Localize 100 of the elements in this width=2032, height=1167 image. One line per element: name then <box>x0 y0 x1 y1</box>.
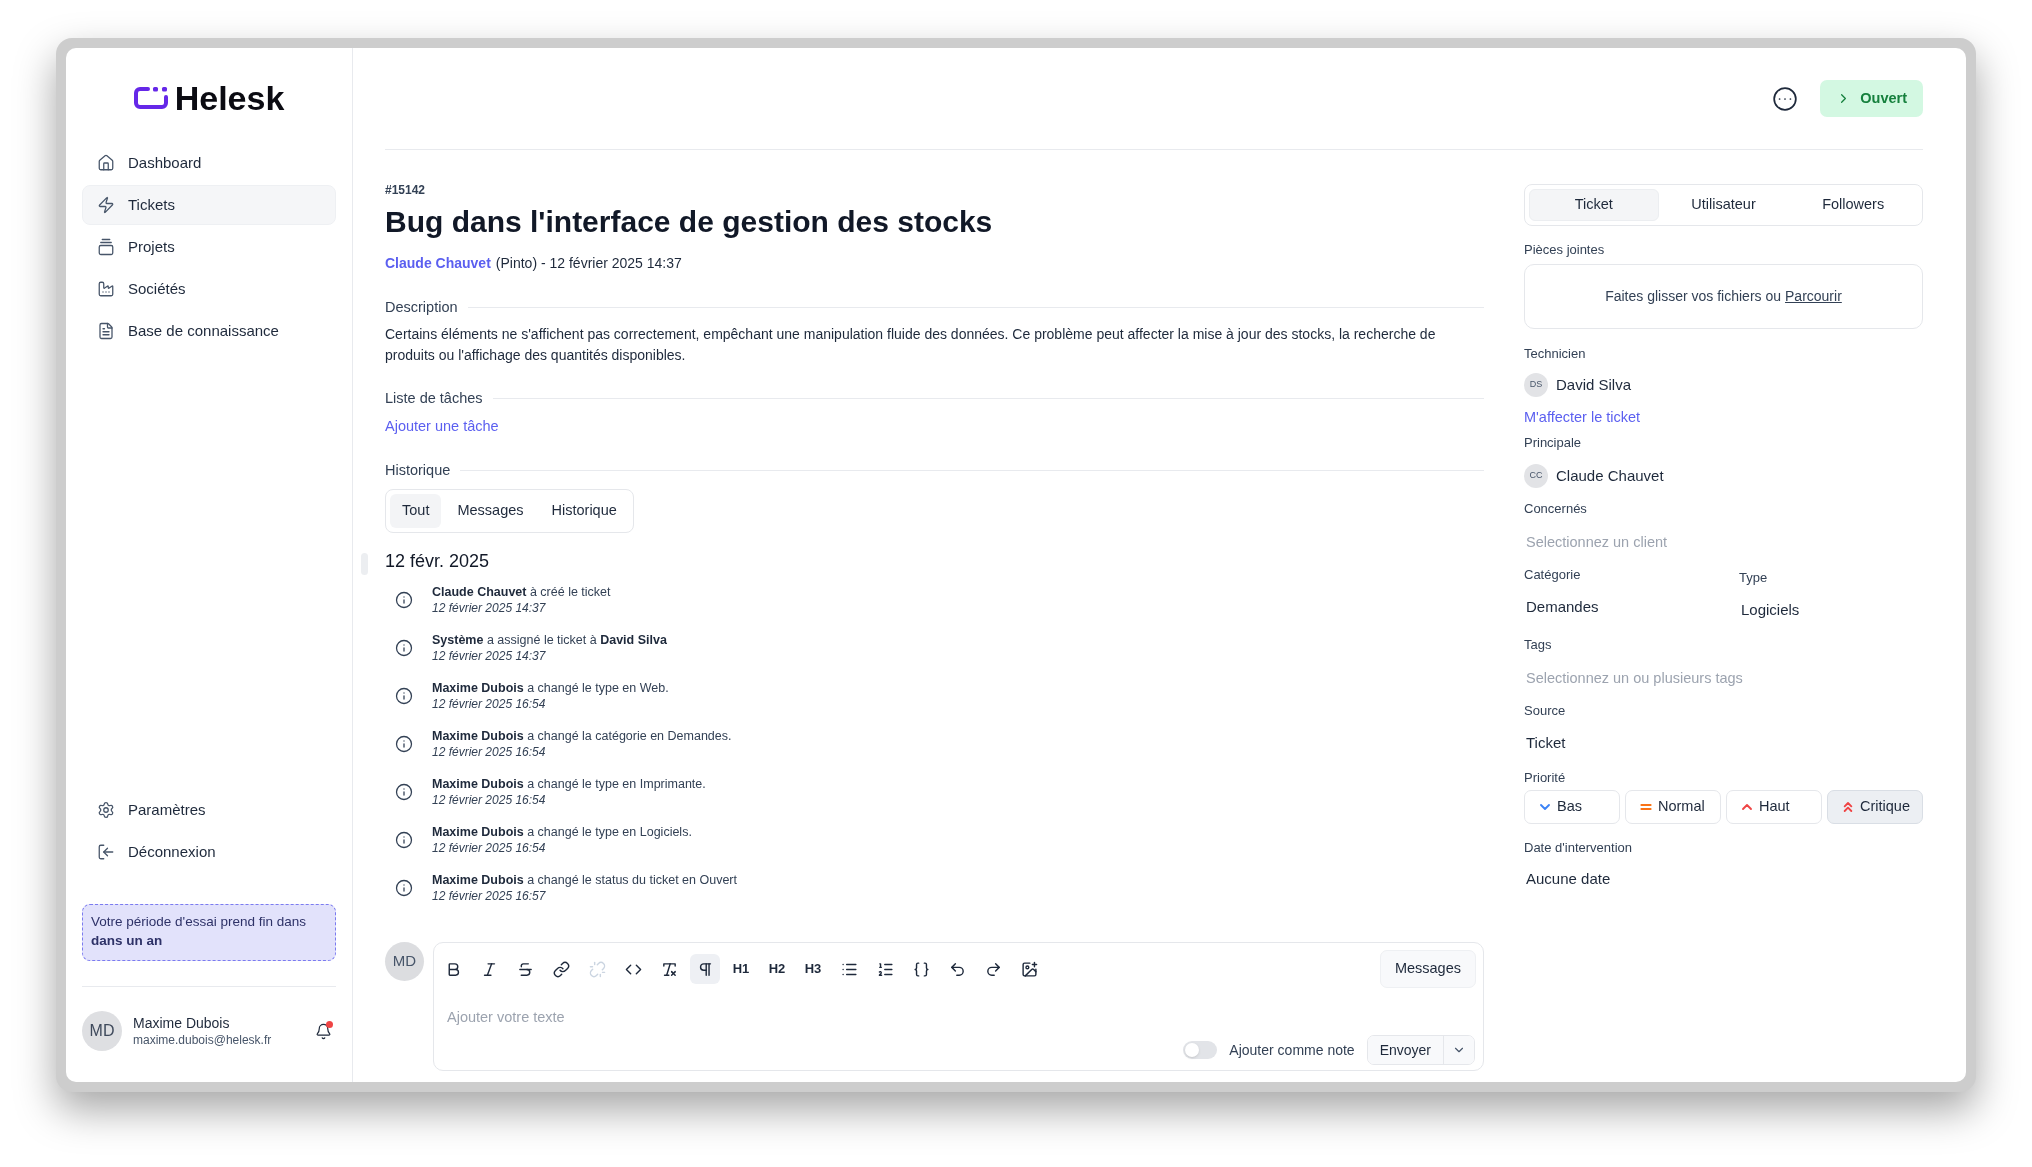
browse-link[interactable]: Parcourir <box>1785 286 1842 307</box>
source-select[interactable]: Ticket <box>1524 731 1923 755</box>
more-options-button[interactable] <box>1771 84 1800 113</box>
field-label: Tags <box>1524 636 1553 654</box>
unlink-icon <box>588 960 606 978</box>
braces-icon <box>912 960 930 978</box>
document-icon <box>97 322 115 340</box>
history-entry-text: Maxime Dubois a changé la catégorie en Demandes. <box>432 728 732 744</box>
user-avatar: DS <box>1524 373 1548 397</box>
history-tab[interactable]: Messages <box>445 494 536 528</box>
history-tab[interactable]: Tout <box>390 494 442 528</box>
strikethrough-icon <box>516 960 534 978</box>
ticket-title: Bug dans l'interface de gestion des stocks <box>385 204 994 240</box>
history-entry-text: Maxime Dubois a changé le type en Imprimante. <box>432 776 706 792</box>
section-heading: Liste de tâches <box>385 389 483 408</box>
logo-text: Helesk <box>174 80 285 116</box>
priority-option[interactable]: Normal <box>1625 790 1721 824</box>
pilcrow-button[interactable] <box>690 954 720 984</box>
message-input[interactable]: Ajouter votre texte <box>447 1005 1470 1029</box>
field-label: Technicien <box>1524 345 1587 363</box>
tags-select[interactable]: Selectionnez un ou plusieurs tags <box>1524 666 1923 690</box>
info-icon <box>395 687 413 705</box>
priority-option[interactable]: Haut <box>1726 790 1822 824</box>
factory-icon <box>97 280 115 298</box>
history-entry-text: Maxime Dubois a changé le status du ticket en Ouvert <box>432 872 737 888</box>
undo-icon <box>948 960 966 978</box>
nav-item[interactable]: Dashboard <box>82 143 336 183</box>
field-label: Date d'intervention <box>1524 839 1633 857</box>
author-link[interactable]: Claude Chauvet <box>385 253 491 273</box>
field-label: Source <box>1524 702 1567 720</box>
toggle-switch[interactable] <box>1183 1041 1218 1059</box>
history-entry-time: 12 février 2025 16:54 <box>432 792 547 808</box>
section-heading: Historique <box>385 461 451 480</box>
user-name: Maxime Dubois <box>133 1014 231 1032</box>
user-email: maxime.dubois@helesk.fr <box>133 1032 273 1048</box>
description-text: Certains éléments ne s'affichent pas correctement, empêchant une manipulation fluide des données. Ce problème peut affecter la mise à jour des stocks, la recherche de produits ou l'affichage des quantités disponibles. <box>385 325 1437 365</box>
person-name: Claude Chauvet <box>1556 465 1664 486</box>
history-entry-text: Système a assigné le ticket à David Silva <box>432 632 667 648</box>
user-avatar: MD <box>385 942 424 981</box>
redo-icon <box>984 960 1002 978</box>
history-entry-text: Claude Chauvet à créé le ticket <box>432 584 611 600</box>
info-icon <box>395 783 413 801</box>
details-tab[interactable]: Ticket <box>1529 189 1659 221</box>
user-avatar: CC <box>1524 464 1548 488</box>
ticket-meta: (Pinto) - 12 février 2025 14:37 <box>495 254 682 273</box>
nav-item[interactable]: Déconnexion <box>82 832 336 872</box>
logout-icon <box>97 843 115 861</box>
link-icon <box>552 960 570 978</box>
lightning-icon <box>97 196 115 214</box>
history-entry-time: 12 février 2025 16:54 <box>432 744 547 760</box>
history-entry-text: Maxime Dubois a changé le type en Web. <box>432 680 669 696</box>
details-tab[interactable]: Utilisateur <box>1658 189 1789 221</box>
more-options-icon <box>1772 85 1799 112</box>
date-select[interactable]: Aucune date <box>1524 867 1923 891</box>
category-select[interactable]: Demandes <box>1524 595 1739 619</box>
settings-icon <box>97 801 115 819</box>
file-dropzone[interactable]: Faites glisser vos fichiers ou Parcourir <box>1524 264 1923 329</box>
send-button[interactable]: Envoyer <box>1367 1036 1444 1064</box>
history-tab[interactable]: Historique <box>539 494 629 528</box>
numbered-list-icon <box>876 960 894 978</box>
field-label: Catégorie <box>1524 566 1582 584</box>
history-entry-text: Maxime Dubois a changé le type en Logiciels. <box>432 824 692 840</box>
priority-option[interactable]: Critique <box>1827 790 1923 824</box>
field-label: Principale <box>1524 434 1583 452</box>
heading-button[interactable]: H2 <box>762 954 792 984</box>
nav-item[interactable]: Projets <box>82 227 336 267</box>
info-icon <box>395 591 413 609</box>
trial-notice: Votre période d'essai prend fin dans dans un an <box>82 904 336 961</box>
ticket-number: #15142 <box>385 182 427 198</box>
history-entry-time: 12 février 2025 14:37 <box>432 600 547 616</box>
field-label: Concernés <box>1524 500 1588 518</box>
history-entry-time: 12 février 2025 16:57 <box>432 888 547 904</box>
history-entry-time: 12 février 2025 14:37 <box>432 648 547 664</box>
info-icon <box>395 879 413 897</box>
messages-button[interactable]: Messages <box>1379 950 1476 988</box>
heading-button[interactable]: H1 <box>726 954 756 984</box>
nav-item[interactable]: Tickets <box>82 185 336 225</box>
field-label: Priorité <box>1524 769 1567 787</box>
field-label: Pièces jointes <box>1524 241 1606 259</box>
info-icon <box>395 735 413 753</box>
person-name: David Silva <box>1556 374 1632 395</box>
field-label: Type <box>1739 569 1769 587</box>
info-icon <box>395 639 413 657</box>
nav-item[interactable]: Base de connaissance <box>82 311 336 351</box>
nav-item[interactable]: Paramètres <box>82 790 336 830</box>
bell-icon <box>314 1022 332 1040</box>
details-tab[interactable]: Followers <box>1788 189 1918 221</box>
status-button[interactable]: Ouvert <box>1820 80 1923 117</box>
history-entry-time: 12 février 2025 16:54 <box>432 840 547 856</box>
priority-option[interactable]: Bas <box>1524 790 1620 824</box>
nav-item[interactable]: Sociétés <box>82 269 336 309</box>
dropzone-hint: Faites glisser vos fichiers ou <box>1605 287 1781 306</box>
section-heading: Description <box>385 298 458 317</box>
type-select[interactable]: Logiciels <box>1739 598 1923 622</box>
add-task-link[interactable]: Ajouter une tâche <box>385 416 499 436</box>
client-select[interactable]: Selectionnez un client <box>1524 530 1923 554</box>
heading-button[interactable]: H3 <box>798 954 828 984</box>
history-entry-time: 12 février 2025 16:54 <box>432 696 547 712</box>
info-icon <box>395 831 413 849</box>
assign-link[interactable]: M'affecter le ticket <box>1524 407 1641 427</box>
